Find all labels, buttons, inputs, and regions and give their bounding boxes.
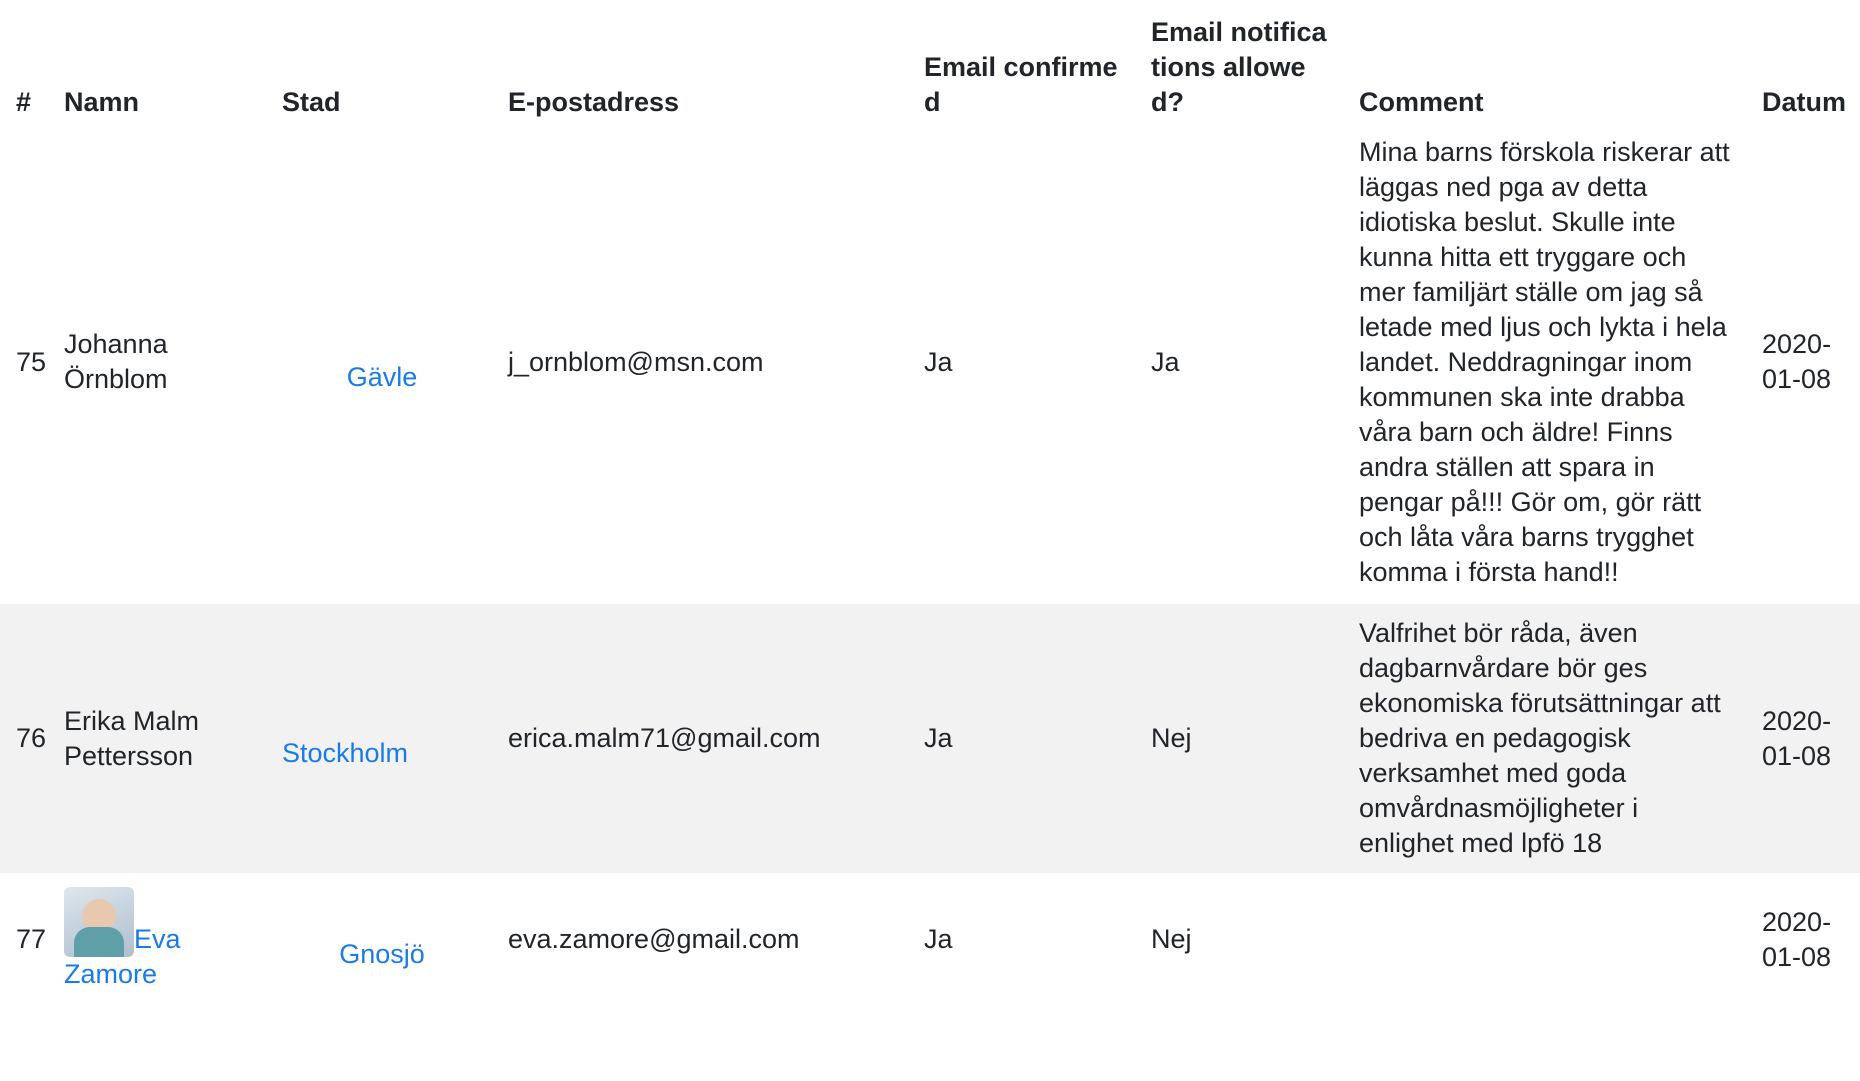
- row-email-confirmed: Ja: [924, 346, 953, 377]
- row-name: Erika Malm Pettersson: [50, 604, 268, 873]
- header-email-notifications: Email notifications allowed?: [1151, 17, 1327, 117]
- header-city: Stad: [282, 87, 341, 117]
- city-link[interactable]: Stockholm: [282, 736, 408, 771]
- city-link[interactable]: Gävle: [347, 360, 418, 395]
- row-number: 77: [16, 924, 47, 954]
- row-email-notifications: Ja: [1151, 346, 1180, 377]
- table-row: 77 Eva Zamore Gnosjö eva.zamore@gmail.co…: [0, 873, 1860, 996]
- row-email-notifications: Nej: [1137, 604, 1345, 873]
- row-date: 2020-01-08: [1748, 604, 1860, 873]
- row-email: eva.zamore@gmail.com: [508, 924, 800, 954]
- row-comment: Valfrihet bör råda, även dagbarnvårdare …: [1345, 604, 1748, 873]
- city-link[interactable]: Gnosjö: [339, 937, 425, 972]
- header-date: Datum: [1762, 87, 1847, 117]
- table-header-row: # Namn Stad E-postadress Email confirmed…: [0, 0, 1860, 120]
- row-comment: Mina barns förskola riskerar att läggas …: [1359, 136, 1730, 587]
- row-number: 75: [16, 346, 47, 377]
- row-number: 76: [0, 604, 50, 873]
- header-email-confirmed: Email confirmed: [924, 52, 1118, 117]
- signatures-table: # Namn Stad E-postadress Email confirmed…: [0, 0, 1860, 996]
- row-city: Stockholm: [268, 604, 494, 873]
- row-name: Johanna Örnblom: [64, 329, 168, 394]
- row-comment: [1345, 873, 1748, 996]
- table-row: 75 Johanna Örnblom Gävle j_ornblom@msn.c…: [0, 120, 1860, 604]
- header-number: #: [16, 87, 32, 117]
- header-name: Namn: [64, 87, 140, 117]
- user-avatar[interactable]: [64, 887, 134, 957]
- row-email-confirmed: Ja: [910, 604, 1137, 873]
- row-city: Gävle: [268, 120, 494, 604]
- table-row: 76 Erika Malm Pettersson Stockholm erica…: [0, 604, 1860, 873]
- row-date: 2020-01-08: [1762, 329, 1832, 394]
- row-date: 2020-01-08: [1762, 906, 1832, 972]
- row-name: Eva Zamore: [50, 873, 268, 996]
- row-email: erica.malm71@gmail.com: [494, 604, 910, 873]
- row-email-notifications: Nej: [1151, 924, 1192, 954]
- row-email: j_ornblom@msn.com: [508, 346, 764, 377]
- row-email-confirmed: Ja: [924, 924, 953, 954]
- header-email: E-postadress: [508, 87, 680, 117]
- row-city: Gnosjö: [268, 873, 494, 996]
- header-comment: Comment: [1359, 87, 1484, 117]
